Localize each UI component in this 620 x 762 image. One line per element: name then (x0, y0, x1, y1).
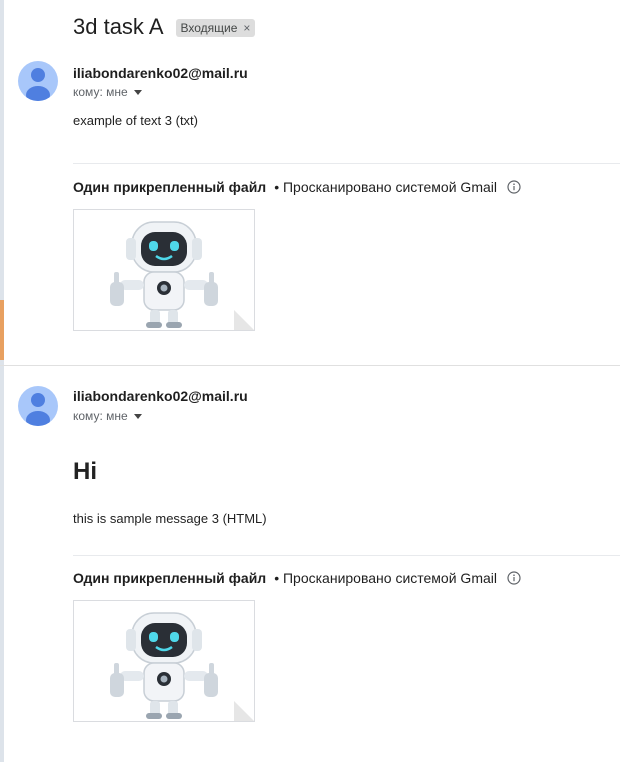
attachment-title: Один прикрепленный файл (73, 570, 267, 586)
email-subject: 3d task A (73, 14, 164, 39)
info-icon[interactable] (507, 180, 521, 194)
attachment-thumbnail[interactable] (73, 600, 255, 722)
sender-email[interactable]: iliabondarenko02@mail.ru (73, 388, 248, 404)
recipient-label: кому: мне (73, 409, 128, 423)
page-fold (234, 310, 254, 330)
sender-email[interactable]: iliabondarenko02@mail.ru (73, 65, 248, 81)
info-icon[interactable] (507, 571, 521, 585)
subject-row: 3d task A Входящие × (73, 14, 256, 40)
attachment-thumbnail[interactable] (73, 209, 255, 331)
page-fold (234, 701, 254, 721)
person-icon (26, 68, 50, 101)
attachment-title: Один прикрепленный файл (73, 179, 267, 195)
robot-image (110, 221, 218, 328)
caret-down-icon (133, 90, 142, 95)
left-edge-strip (0, 0, 4, 762)
recipient-label: кому: мне (73, 85, 128, 99)
message-body: this is sample message 3 (HTML) (73, 511, 267, 526)
scan-note: • Просканировано системой Gmail (274, 570, 497, 586)
sender-avatar[interactable] (18, 386, 58, 426)
person-icon (26, 393, 50, 426)
attachment-divider (73, 163, 620, 164)
recipient-dropdown[interactable]: кому: мне (73, 409, 142, 423)
scan-note: • Просканировано системой Gmail (274, 179, 497, 195)
sender-avatar[interactable] (18, 61, 58, 101)
robot-image (110, 612, 218, 719)
message-heading: Hi (73, 458, 97, 485)
attachment-header: Один прикрепленный файл • Просканировано… (73, 570, 521, 586)
message-separator (0, 365, 620, 366)
caret-down-icon (133, 414, 142, 419)
inbox-label-text: Входящие (180, 21, 238, 35)
attachment-divider (73, 555, 620, 556)
message-body: example of text 3 (txt) (73, 113, 198, 128)
recipient-dropdown[interactable]: кому: мне (73, 85, 142, 99)
inbox-label-chip: Входящие × (175, 19, 256, 37)
remove-label-button[interactable]: × (243, 21, 250, 35)
attachment-header: Один прикрепленный файл • Просканировано… (73, 179, 521, 195)
